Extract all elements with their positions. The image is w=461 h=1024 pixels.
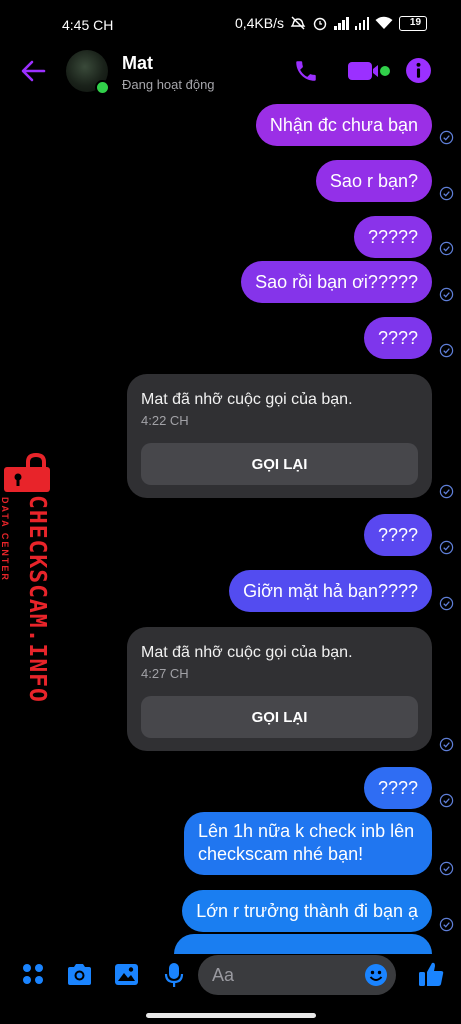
- seen-check-icon: [439, 343, 454, 358]
- message-text: ????: [377, 777, 418, 798]
- message-bubble[interactable]: ????: [363, 767, 432, 809]
- message-text: Lớn r trưởng thành đi bạn ạ: [196, 900, 418, 921]
- missed-call-time: 4:22 CH: [141, 413, 189, 428]
- message-composer: Aa: [0, 945, 461, 1005]
- message-text: Nhận đc chưa bạn: [269, 114, 418, 135]
- signal-icon: [334, 16, 349, 30]
- seen-check-icon: [439, 241, 454, 256]
- missed-call-card: Mat đã nhỡ cuộc gọi của bạn. 4:27 CH GỌI…: [127, 627, 432, 751]
- alarm-icon: [313, 17, 327, 31]
- microphone-icon[interactable]: [164, 962, 184, 988]
- mute-icon: [290, 16, 306, 30]
- message-text: ????: [377, 327, 418, 348]
- presence-status: Đang hoạt động: [122, 77, 215, 92]
- watermark-text: CHECKSCAM.INFO: [24, 495, 50, 703]
- emoji-icon[interactable]: [364, 963, 388, 987]
- status-bar: 4:45 CH 0,4KB/s 19: [0, 0, 461, 48]
- phone-icon[interactable]: [293, 58, 319, 84]
- back-arrow-icon[interactable]: [20, 58, 46, 84]
- network-speed: 0,4KB/s: [234, 15, 284, 31]
- seen-check-icon: [439, 130, 454, 145]
- video-icon[interactable]: [347, 59, 391, 83]
- conversation-header: Mat Đang hoạt động: [0, 48, 461, 96]
- message-bubble[interactable]: Lớn r trưởng thành đi bạn ạ: [182, 890, 432, 932]
- gallery-icon[interactable]: [114, 963, 139, 986]
- missed-call-text: Mat đã nhỡ cuộc gọi của bạn.: [141, 391, 353, 408]
- missed-call-card: Mat đã nhỡ cuộc gọi của bạn. 4:22 CH GỌI…: [127, 374, 432, 498]
- battery-percent: 19: [409, 17, 422, 28]
- status-indicators: 0,4KB/s 19: [235, 15, 427, 31]
- battery-icon: 19: [399, 15, 427, 31]
- message-bubble[interactable]: Sao rồi bạn ơi?????: [241, 261, 432, 303]
- seen-check-icon: [439, 287, 454, 302]
- message-bubble[interactable]: Nhận đc chưa bạn: [255, 104, 432, 146]
- message-text: Lên 1h nữa k check inb lên checkscam nhé…: [198, 821, 415, 864]
- missed-call-time: 4:27 CH: [141, 666, 189, 681]
- wifi-icon: [375, 16, 393, 29]
- online-indicator: [95, 80, 110, 95]
- seen-check-icon: [439, 737, 454, 752]
- seen-check-icon: [439, 861, 454, 876]
- info-icon[interactable]: [405, 57, 432, 84]
- like-icon[interactable]: [417, 960, 445, 988]
- contact-name[interactable]: Mat: [122, 53, 153, 74]
- home-indicator[interactable]: [146, 1013, 316, 1018]
- message-input-placeholder: Aa: [212, 964, 235, 985]
- watermark-lock-icon: [4, 452, 50, 492]
- missed-call-text: Mat đã nhỡ cuộc gọi của bạn.: [141, 644, 353, 661]
- seen-check-icon: [439, 484, 454, 499]
- message-text: Sao rồi bạn ơi?????: [255, 271, 418, 292]
- message-bubble[interactable]: ????: [363, 514, 432, 556]
- message-bubble[interactable]: ?????: [353, 216, 432, 258]
- seen-check-icon: [439, 793, 454, 808]
- seen-check-icon: [439, 596, 454, 611]
- message-text: ?????: [367, 226, 418, 247]
- message-text: Sao r bạn?: [329, 170, 418, 191]
- camera-icon[interactable]: [66, 963, 93, 986]
- status-time: 4:45 CH: [62, 17, 114, 33]
- menu-dots-icon[interactable]: [22, 963, 44, 985]
- watermark-subtext: DATA CENTER: [0, 497, 10, 582]
- message-bubble[interactable]: Sao r bạn?: [315, 160, 432, 202]
- call-back-button[interactable]: GỌI LẠI: [141, 696, 418, 738]
- message-bubble[interactable]: Lên 1h nữa k check inb lên checkscam nhé…: [184, 812, 432, 875]
- signal-icon: [354, 16, 369, 30]
- seen-check-icon: [439, 540, 454, 555]
- seen-check-icon: [439, 186, 454, 201]
- message-bubble[interactable]: ????: [363, 317, 432, 359]
- message-text: Giỡn mặt hả bạn????: [243, 580, 418, 601]
- message-bubble[interactable]: Giỡn mặt hả bạn????: [229, 570, 432, 612]
- call-back-button[interactable]: GỌI LẠI: [141, 443, 418, 485]
- message-text: ????: [377, 524, 418, 545]
- seen-check-icon: [439, 917, 454, 932]
